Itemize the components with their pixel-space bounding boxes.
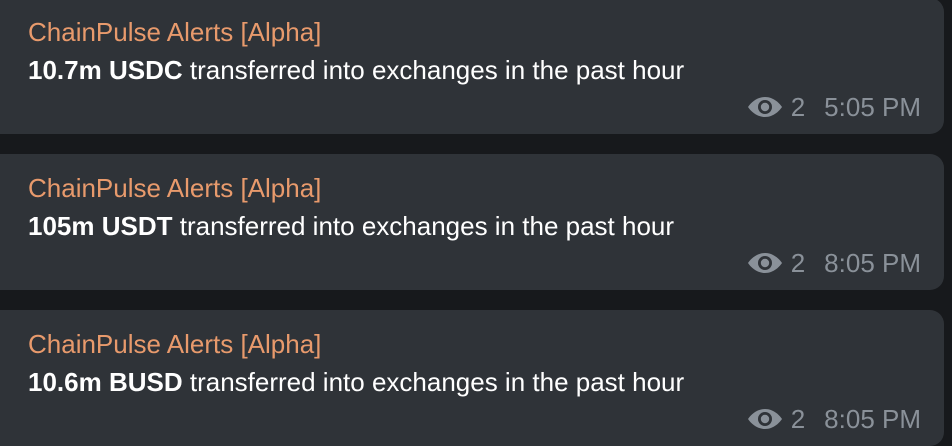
transfer-amount: 10.7m USDC xyxy=(28,55,183,85)
message-text: 105m USDT transferred into exchanges in … xyxy=(28,211,674,241)
message-meta: 2 5:05 PM xyxy=(747,91,921,123)
message-time: 5:05 PM xyxy=(824,92,921,122)
transfer-amount: 10.6m BUSD xyxy=(28,367,183,397)
message-meta: 2 8:05 PM xyxy=(747,403,921,435)
message-text: 10.7m USDC transferred into exchanges in… xyxy=(28,55,684,85)
view-count: 2 xyxy=(790,92,806,122)
sender-name[interactable]: ChainPulse Alerts [Alpha] xyxy=(28,329,321,359)
transfer-description: transferred into exchanges in the past h… xyxy=(172,211,675,241)
view-count: 2 xyxy=(790,248,806,278)
message-bubble[interactable]: ChainPulse Alerts [Alpha] 10.7m USDC tra… xyxy=(0,0,944,134)
transfer-description: transferred into exchanges in the past h… xyxy=(182,55,685,85)
eye-icon xyxy=(747,409,782,429)
message-bubble[interactable]: ChainPulse Alerts [Alpha] 10.6m BUSD tra… xyxy=(0,310,944,446)
sender-name[interactable]: ChainPulse Alerts [Alpha] xyxy=(28,17,321,47)
message-time: 8:05 PM xyxy=(824,404,921,434)
message-text: 10.6m BUSD transferred into exchanges in… xyxy=(28,367,684,397)
message-meta: 2 8:05 PM xyxy=(747,247,921,279)
transfer-amount: 105m USDT xyxy=(28,211,173,241)
message-time: 8:05 PM xyxy=(824,248,921,278)
sender-name[interactable]: ChainPulse Alerts [Alpha] xyxy=(28,173,321,203)
eye-icon xyxy=(747,97,782,117)
eye-icon xyxy=(747,253,782,273)
view-count: 2 xyxy=(790,404,806,434)
message-bubble[interactable]: ChainPulse Alerts [Alpha] 105m USDT tran… xyxy=(0,154,944,290)
transfer-description: transferred into exchanges in the past h… xyxy=(182,367,685,397)
